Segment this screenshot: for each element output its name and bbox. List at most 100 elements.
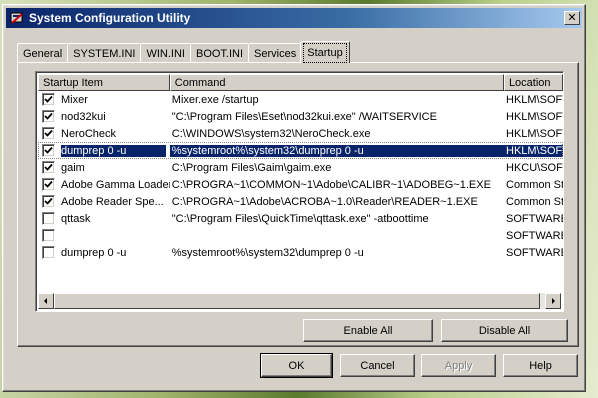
system-config-icon [9,10,25,26]
location-cell: HKLM\SOFTWARE [506,110,563,123]
enable-all-button[interactable]: Enable All [303,319,433,342]
command-cell: C:\PROGRA~1\COMMON~1\Adobe\CALIBR~1\ADOB… [171,178,491,191]
checkmark-icon [44,112,53,120]
startup-item-cell: Adobe Reader Spe... [38,195,170,208]
startup-item-cell: dumprep 0 -u [38,246,170,259]
help-label: Help [529,359,552,372]
location-cell: Common Startup [506,178,563,191]
startup-checkbox[interactable] [42,127,55,140]
tab-general[interactable]: General [17,43,69,63]
tab-strip: General SYSTEM.INI WIN.INI BOOT.INI Serv… [17,41,350,63]
list-row[interactable]: dumprep 0 -u %systemroot%\system32\dumpre… [38,142,563,159]
checkmark-icon [44,146,53,154]
list-row[interactable]: qttask "C:\Program Files\QuickTime\qttask… [38,210,563,227]
command-cell: C:\PROGRA~1\Adobe\ACROBA~1.0\Reader\READ… [171,195,478,208]
startup-item-name: Adobe Reader Spe... [61,195,164,208]
list-row[interactable]: Adobe Reader Spe... C:\PROGRA~1\Adobe\ACR… [38,193,563,210]
command-cell: "C:\Program Files\Eset\nod32kui.exe" /WA… [171,110,437,123]
startup-item-cell: gaim [38,161,170,174]
startup-item-cell: Adobe Gamma Loader [38,178,170,191]
tab-boot-ini[interactable]: BOOT.INI [189,43,250,63]
list-rows: MixerMixer.exe /startupHKLM\SOFTWAREnod3… [38,91,563,261]
cancel-label: Cancel [360,359,395,372]
startup-checkbox[interactable] [42,110,55,123]
window-title: System Configuration Utility [29,11,191,25]
startup-item-cell: NeroCheck [38,127,170,140]
list-row[interactable]: gaim C:\Program Files\Gaim\gaim.exe HKCU\S… [38,159,563,176]
scroll-thumb[interactable] [54,293,540,309]
location-cell: HKLM\SOFTWARE [506,127,563,140]
checkmark-icon [44,129,53,137]
location-cell: SOFTWARE [506,212,563,225]
title-bar[interactable]: System Configuration Utility ✕ [6,8,582,28]
tab-startup[interactable]: Startup [300,41,350,63]
startup-checkbox[interactable] [42,195,55,208]
startup-panel: Startup Item Command Location Mixer Mixer… [17,62,579,347]
tab-services[interactable]: Services [248,43,303,63]
apply-label: Apply [444,359,473,372]
enable-all-label: Enable All [343,324,393,337]
ok-button[interactable]: OK [260,353,333,378]
checkmark-icon [44,95,53,103]
location-cell: HKCU\SOFTWARE [506,161,563,174]
startup-item-name: dumprep 0 -u [61,246,127,259]
startup-item-cell: nod32kui [38,110,170,123]
startup-list[interactable]: Startup Item Command Location Mixer Mixer… [35,71,564,312]
close-button[interactable]: ✕ [564,11,580,25]
tab-win-ini[interactable]: WIN.INI [140,43,191,63]
startup-checkbox[interactable] [42,246,55,259]
command-cell: Mixer.exe /startup [171,93,259,106]
startup-checkbox[interactable] [42,212,55,225]
command-cell: C:\WINDOWS\system32\NeroCheck.exe [171,127,371,140]
startup-checkbox[interactable] [42,161,55,174]
arrow-left-icon [44,298,47,304]
startup-item-name: Adobe Gamma Loader [61,178,170,191]
column-location[interactable]: Location [503,74,563,91]
column-startup-item[interactable]: Startup Item [38,74,170,91]
checkmark-icon [44,180,53,188]
tab-system-ini[interactable]: SYSTEM.INI [67,43,142,63]
location-cell: HKLM\SOFTWARE [506,93,563,106]
list-row[interactable]: Adobe Gamma Loader C:\PROGRA~1\COMMON~1\A… [38,176,563,193]
list-row[interactable]: SOFTWARE [38,227,563,244]
disable-all-button[interactable]: Disable All [441,319,568,342]
ok-label: OK [288,359,305,372]
apply-button[interactable]: Apply [421,354,496,377]
help-button[interactable]: Help [503,354,578,377]
startup-checkbox[interactable] [42,178,55,191]
horizontal-scrollbar[interactable] [38,293,561,309]
list-row[interactable]: nod32kui "C:\Program Files\Eset\nod32kui.… [38,108,563,125]
startup-checkbox[interactable] [42,144,55,157]
scroll-left-button[interactable] [38,293,54,309]
list-header: Startup Item Command Location [38,74,563,91]
list-row[interactable]: Mixer Mixer.exe /startup HKLM\SOFTWARE [38,91,563,108]
tab-startup-label: Startup [303,42,347,63]
command-cell: "C:\Program Files\QuickTime\qttask.exe" … [171,212,429,225]
scroll-right-button[interactable] [545,293,561,309]
cancel-button[interactable]: Cancel [340,354,415,377]
list-row[interactable]: dumprep 0 -u %systemroot%\system32\dumpre… [38,244,563,261]
startup-item-name: dumprep 0 -u [61,144,167,157]
checkmark-icon [44,197,53,205]
system-config-window: System Configuration Utility ✕ General S… [2,4,586,392]
startup-checkbox[interactable] [42,93,55,106]
disable-all-label: Disable All [478,324,531,337]
startup-item-name: Mixer [61,93,88,106]
startup-item-name: nod32kui [61,110,106,123]
column-command[interactable]: Command [169,74,504,91]
command-cell: C:\Program Files\Gaim\gaim.exe [171,161,332,174]
list-row[interactable]: NeroCheck C:\WINDOWS\system32\NeroCheck.e… [38,125,563,142]
location-cell: SOFTWARE [506,229,563,242]
startup-checkbox[interactable] [42,229,55,242]
location-cell: Common Startup [506,195,563,208]
command-cell: %systemroot%\system32\dumprep 0 -u [169,144,504,157]
checkmark-icon [44,163,53,171]
command-cell: %systemroot%\system32\dumprep 0 -u [171,246,364,259]
startup-item-name: qttask [61,212,91,225]
location-cell: SOFTWARE [506,246,563,259]
startup-item-cell: dumprep 0 -u [38,144,170,157]
startup-item-cell: Mixer [38,93,170,106]
startup-item-cell [38,229,170,242]
startup-item-name: gaim [61,161,85,174]
scroll-track[interactable] [54,293,545,309]
